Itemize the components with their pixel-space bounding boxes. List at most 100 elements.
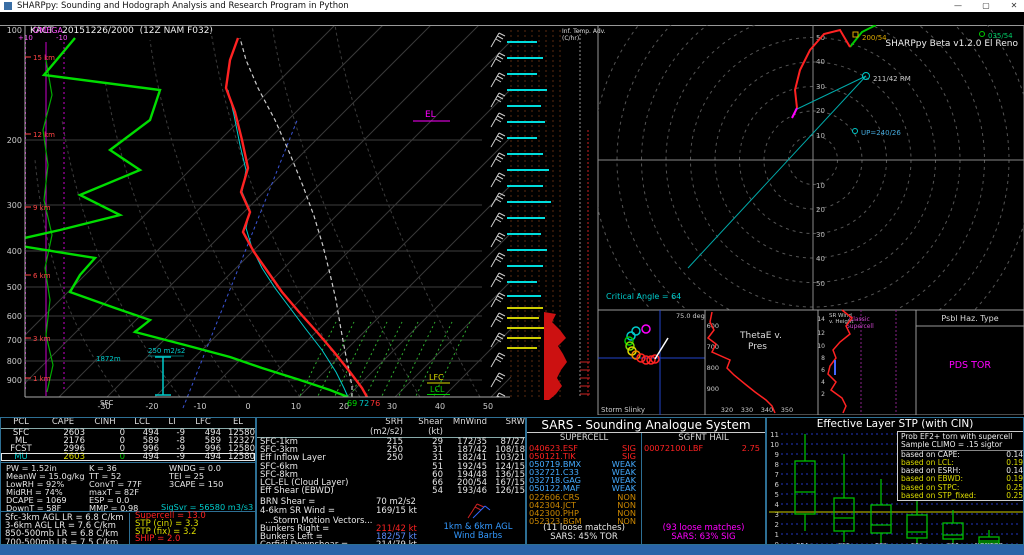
upshear-marker (853, 129, 858, 134)
wetbulb-trace (228, 90, 348, 397)
wind-barb-column (486, 30, 508, 397)
parcel-table-header: PCLCAPE CINHLCL LILFC EL (1, 418, 255, 429)
svg-text:1: 1 (775, 531, 779, 539)
srwind-panel: 14 12 10 8 6 4 2 SR Wind v. Height Class… (817, 310, 916, 415)
temperature-axis-labels: -30-20 -100 1020 3040 50 (97, 402, 493, 411)
svg-text:1 km: 1 km (33, 375, 51, 383)
svg-text:40: 40 (816, 255, 825, 263)
composite-indices: Supercell = 13.0STP (cin) = 3.3STP (fix)… (129, 513, 256, 544)
sars-title: SARS - Sounding Analogue System (527, 418, 765, 433)
hazard-value: PDS TOR (949, 360, 991, 371)
maximize-button[interactable]: ▢ (976, 0, 996, 12)
upper-wind-marker (980, 32, 985, 37)
svg-text:320: 320 (721, 406, 733, 414)
wind-barb-icons (465, 502, 491, 520)
surface-wetbulb-value: 72 (359, 399, 369, 408)
sars-panel: SARS - Sounding Analogue System SUPERCEL… (526, 417, 766, 545)
sars-hail-footer: (93 loose matches) SARS: 63% SIG (642, 524, 765, 542)
height-labels: 15 km 12 km 9 km 6 km 3 km 1 km (25, 54, 55, 383)
svg-text:2: 2 (821, 391, 825, 398)
sfc-line-label: SFC (100, 399, 113, 407)
svg-text:800: 800 (707, 364, 719, 372)
skewt-isotherms (0, 25, 863, 400)
surface-dewpoint-value: 69 (347, 399, 357, 408)
effective-inflow-marker: 250 m2/s2 1872m (96, 347, 185, 395)
slinky-motion-vector (655, 338, 668, 359)
svg-text:500: 500 (7, 283, 22, 292)
skewt-dry-adiabats (35, 25, 480, 397)
kinematics-panel: SRH (m2/s2) Shear (kt)MnWind SRW SFC-1km… (256, 417, 526, 545)
svg-text:30: 30 (387, 402, 397, 411)
pressure-labels: 100 200 300 400 500 600 700 800 900 (7, 26, 22, 385)
lcl-label: LCL (430, 385, 445, 394)
svg-text:4: 4 (821, 379, 825, 386)
svg-text:4: 4 (775, 501, 780, 509)
parcel-row[interactable]: MU 2603 0 494 -9 494 12580 (1, 453, 255, 461)
svg-text:14: 14 (817, 316, 825, 323)
close-button[interactable]: ✕ (1004, 0, 1024, 12)
svg-text:10: 10 (817, 343, 825, 350)
svg-text:30: 30 (816, 83, 825, 91)
svg-text:340: 340 (761, 406, 773, 414)
sars-supercell-footer: (11 loose matches) SARS: 45% TOR (527, 524, 641, 542)
slinky-title: Storm Slinky (601, 406, 645, 414)
sars-match-row[interactable]: 00072100.LBF 2.75 (642, 444, 765, 452)
svg-text:7: 7 (775, 471, 779, 479)
minimize-button[interactable]: — (948, 0, 968, 12)
svg-text:8: 8 (821, 355, 825, 362)
critical-angle-rays (688, 76, 866, 268)
thermo-indices: PW = 1.52inMeanW = 15.0g/kgLowRH = 92%Mi… (1, 463, 255, 511)
skewt-traces (2, 38, 367, 397)
temp-adv-units: (C/hr) (562, 35, 579, 42)
thetae-panel: 600 700 800 900 320 330 340 350 ThetaE v… (705, 310, 818, 415)
svg-text:12 km: 12 km (33, 131, 55, 139)
svg-text:2: 2 (775, 521, 779, 529)
bottom-insets: PCLCAPE CINHLCL LILFC EL SFC 2603 0 494 … (0, 417, 1024, 545)
svg-text:-10: -10 (193, 402, 206, 411)
svg-text:-20: -20 (145, 402, 158, 411)
upper-wind-label: 035/54 (988, 32, 1013, 40)
sharppy-window: { "window": { "title": "SHARPpy: Soundin… (0, 0, 1024, 555)
svg-text:300: 300 (7, 201, 22, 210)
svg-text:6: 6 (775, 481, 780, 489)
svg-text:20: 20 (816, 107, 825, 115)
svg-text:9: 9 (775, 451, 779, 459)
wind-speed-column (507, 30, 567, 400)
svg-text:10: 10 (291, 402, 301, 411)
hodograph-panel: 10 20 30 40 50 10 20 30 40 50 200/54 211… (593, 25, 1024, 381)
svg-text:10: 10 (816, 132, 825, 140)
window-title: SHARPpy: Sounding and Hodograph Analysis… (17, 0, 349, 12)
stp-panel: Effective Layer STP (with CIN) 1110 98 7… (766, 417, 1024, 545)
sars-supercell-column: SUPERCELL 040623.ESF SIG 050121.TIK SIG … (527, 433, 642, 544)
thetae-title-2: Pres (748, 342, 767, 352)
wind-barb-legend: 1km & 6km AGL Wind Barbs (435, 502, 521, 540)
svg-text:10: 10 (816, 182, 825, 190)
dewpoint-trace (2, 38, 348, 397)
title-bar: SHARPpy: Sounding and Hodograph Analysis… (0, 0, 1024, 12)
svg-text:15 km: 15 km (33, 54, 55, 62)
temp-adv-label: Inf. Temp. Adv. (562, 28, 606, 35)
sars-hail-column: SGFNT HAIL 00072100.LBF 2.75 (93 loose m… (642, 433, 765, 544)
svg-text:3 km: 3 km (33, 335, 51, 343)
stp-prob-row: based on STP_fixed: 0.25 (901, 492, 1023, 500)
svg-text:330: 330 (741, 406, 753, 414)
hodograph-ring-labels: 10 20 30 40 50 10 20 30 40 50 (816, 34, 825, 288)
kinematics-row: Eff Shear (EBWD) 54193/46126/15 (257, 487, 525, 495)
inflow-srh-label: 250 m2/s2 (148, 347, 185, 355)
app-header: KACT 20151226/2000 (12Z NAM F032) SHARPp… (0, 12, 1024, 25)
svg-text:12: 12 (817, 330, 825, 337)
upper-graphics: OMEGA +10 -10 100 200 300 400 500 600 70… (0, 25, 1024, 415)
right-mover-label: 211/42 RM (873, 75, 911, 83)
srwind-annotation-2: Supercell (846, 323, 874, 330)
srwind-annotation-1: Classic (849, 316, 870, 323)
svg-text:600: 600 (7, 312, 22, 321)
stp-probability-box: Prob EF2+ torn with supercell Sample CLI… (897, 431, 1024, 501)
hazard-title: Psbl Haz. Type (941, 314, 998, 323)
svg-text:40: 40 (435, 402, 445, 411)
thetae-title-1: ThetaE v. (739, 331, 782, 341)
storm-slinky-panel: 75.0 deg Storm Slinky (598, 310, 705, 415)
svg-text:5: 5 (775, 491, 779, 499)
app-icon (4, 2, 12, 10)
svg-text:11: 11 (770, 431, 779, 439)
svg-text:6 km: 6 km (33, 272, 51, 280)
